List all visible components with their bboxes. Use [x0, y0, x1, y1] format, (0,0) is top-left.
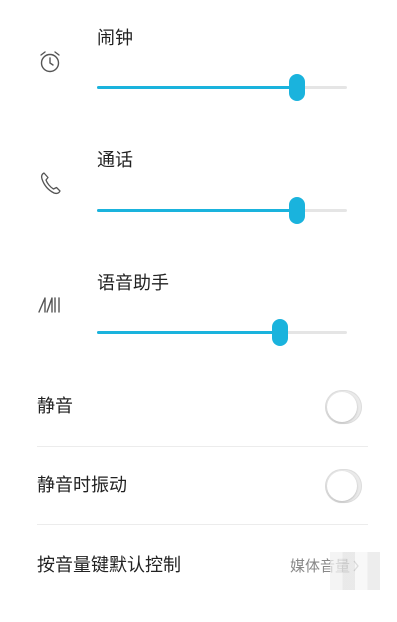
mute-label: 静音	[37, 396, 73, 417]
alarm-volume-thumb[interactable]	[289, 74, 305, 101]
call-volume-slider[interactable]	[97, 197, 347, 224]
voice-assistant-volume-setting: 语音助手	[0, 268, 397, 368]
vibrate-on-mute-toggle[interactable]	[325, 469, 362, 503]
call-volume-thumb[interactable]	[289, 197, 305, 224]
call-volume-label: 通话	[97, 150, 133, 171]
call-volume-fill	[97, 209, 297, 212]
phone-icon	[35, 168, 65, 198]
alarm-volume-label: 闹钟	[97, 28, 133, 49]
mosaic-overlay	[330, 552, 380, 590]
mute-row[interactable]: 静音	[37, 368, 368, 446]
voice-assistant-icon	[35, 290, 65, 320]
vibrate-on-mute-row[interactable]: 静音时振动	[37, 447, 368, 525]
volume-key-default-row[interactable]: 按音量键默认控制 媒体音量	[37, 527, 368, 605]
divider	[37, 524, 368, 525]
alarm-clock-icon	[35, 47, 65, 77]
mute-toggle[interactable]	[325, 390, 362, 424]
call-volume-setting: 通话	[0, 145, 397, 245]
alarm-volume-fill	[97, 86, 297, 89]
alarm-volume-setting: 闹钟	[0, 22, 397, 122]
vibrate-on-mute-label: 静音时振动	[37, 475, 127, 496]
volume-key-default-label: 按音量键默认控制	[37, 555, 181, 576]
mute-toggle-knob	[327, 392, 357, 422]
alarm-volume-slider[interactable]	[97, 74, 347, 101]
vibrate-on-mute-toggle-knob	[327, 471, 357, 501]
voice-assistant-volume-fill	[97, 331, 280, 334]
voice-assistant-volume-thumb[interactable]	[271, 319, 288, 346]
voice-assistant-volume-slider[interactable]	[97, 319, 347, 346]
voice-assistant-volume-label: 语音助手	[97, 273, 169, 294]
